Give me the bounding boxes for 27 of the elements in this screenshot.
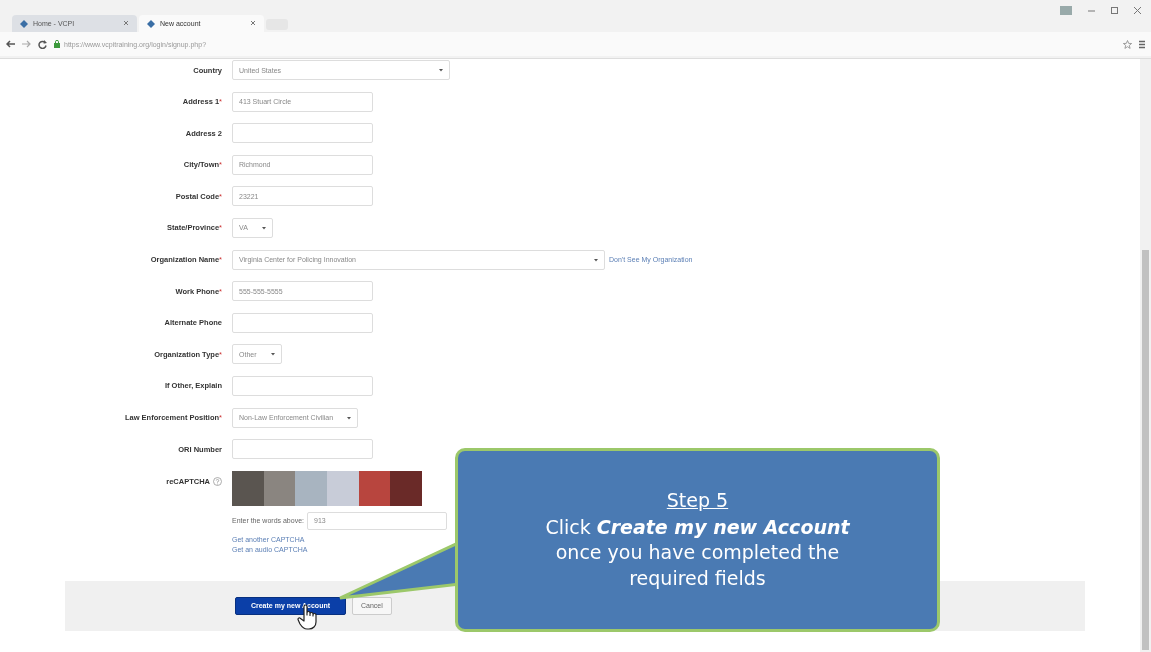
lock-icon (54, 40, 60, 48)
scrollbar[interactable] (1140, 59, 1151, 652)
close-icon[interactable] (1134, 7, 1141, 14)
star-icon[interactable] (1123, 39, 1132, 49)
menu-icon[interactable] (1139, 39, 1145, 49)
window-icon[interactable] (1060, 6, 1072, 15)
reload-icon[interactable] (38, 39, 47, 49)
text-field[interactable] (232, 312, 373, 333)
back-icon[interactable] (6, 40, 15, 48)
close-tab-icon[interactable] (123, 20, 129, 27)
site-icon (20, 19, 28, 28)
scrollbar-thumb[interactable] (1142, 250, 1149, 650)
text-field[interactable] (232, 439, 373, 460)
maximize-icon[interactable] (1111, 7, 1118, 14)
close-tab-icon[interactable] (250, 20, 256, 27)
caret-icon (439, 68, 443, 72)
callout-text: Click Create my new Account once you have completed the required fields (544, 514, 851, 591)
text-field[interactable] (232, 123, 373, 144)
text-field[interactable] (232, 375, 373, 396)
minimize-icon[interactable] (1088, 7, 1095, 14)
caret-icon (270, 352, 275, 357)
caret-icon (347, 415, 352, 420)
callout-title: Step 5 (666, 488, 729, 511)
site-icon (147, 19, 155, 28)
forward-icon[interactable] (22, 40, 31, 48)
help-icon[interactable] (213, 476, 222, 486)
caret-icon (261, 225, 266, 230)
